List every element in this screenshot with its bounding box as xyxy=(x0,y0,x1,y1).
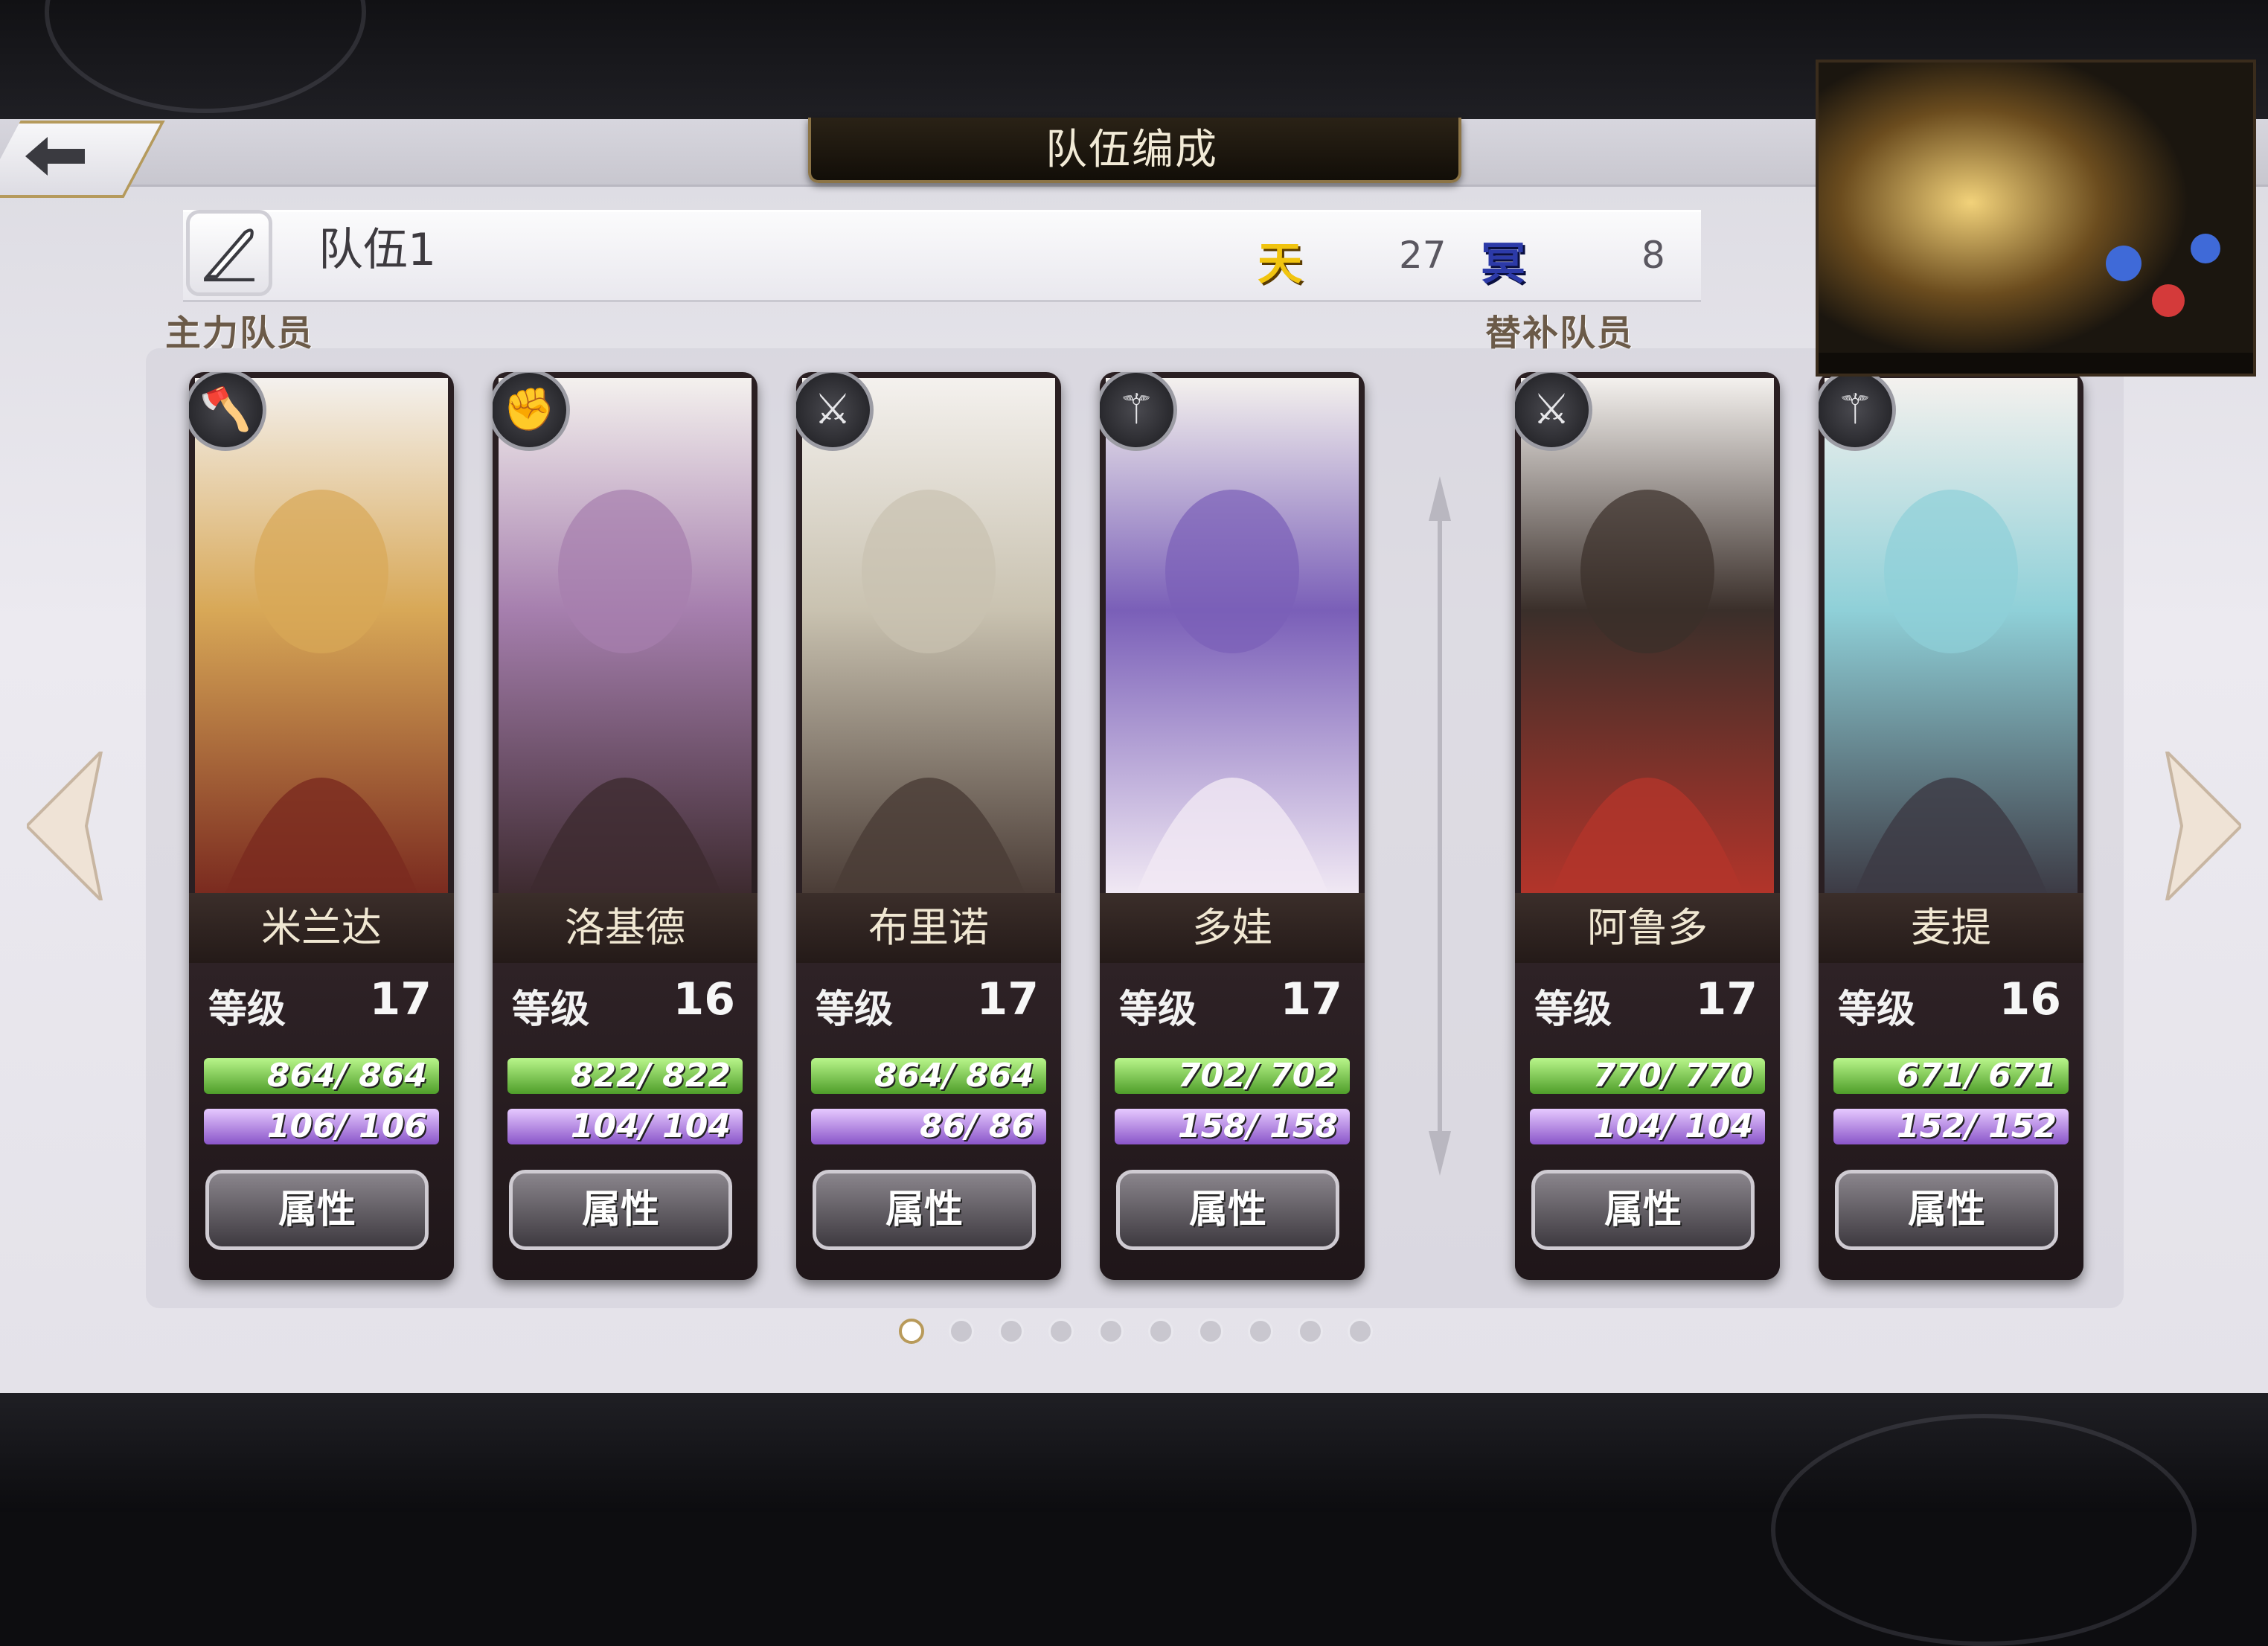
back-arrow-icon[interactable] xyxy=(22,132,89,180)
heaven-count: 27 xyxy=(1399,234,1447,277)
page-dot[interactable] xyxy=(899,1319,924,1344)
prev-page-arrow[interactable] xyxy=(27,752,109,900)
hp-value: 702/ 702 xyxy=(1177,1057,1338,1095)
member-name: 米兰达 xyxy=(189,893,454,963)
page-dot[interactable] xyxy=(999,1319,1024,1344)
game-preview-thumbnail xyxy=(1816,60,2256,377)
character-portrait xyxy=(1825,378,2078,894)
character-portrait xyxy=(499,378,752,894)
level-label: 等级 xyxy=(512,987,590,1032)
mp-value: 104/ 104 xyxy=(1592,1107,1753,1145)
level-value: 17 xyxy=(369,973,432,1025)
member-card[interactable]: ⚚ 麦提 等级 16 671/ 671 152/ 152 属性 xyxy=(1819,372,2083,1280)
ornament xyxy=(1771,1414,2197,1646)
member-stats: 等级 17 864/ 864 86/ 86 属性 xyxy=(796,963,1061,1280)
member-name: 布里诺 xyxy=(796,893,1061,963)
member-stats: 等级 16 822/ 822 104/ 104 属性 xyxy=(493,963,757,1280)
mp-value: 104/ 104 xyxy=(570,1107,731,1145)
hp-bar: 671/ 671 xyxy=(1833,1058,2069,1094)
character-portrait xyxy=(1521,378,1774,894)
attributes-button[interactable]: 属性 xyxy=(509,1170,732,1250)
member-card[interactable]: ✊ 洛基德 等级 16 822/ 822 104/ 104 属性 xyxy=(493,372,757,1280)
page-dot[interactable] xyxy=(1148,1319,1173,1344)
sword-icon: ⚔ xyxy=(796,372,874,451)
level-label: 等级 xyxy=(1838,987,1916,1032)
mp-bar: 158/ 158 xyxy=(1115,1109,1350,1144)
member-stats: 等级 16 671/ 671 152/ 152 属性 xyxy=(1819,963,2083,1280)
heaven-icon: 天 xyxy=(1258,238,1302,290)
page-dot[interactable] xyxy=(1248,1319,1273,1344)
mp-value: 152/ 152 xyxy=(1896,1107,2057,1145)
mp-bar: 106/ 106 xyxy=(204,1109,439,1144)
mp-bar: 152/ 152 xyxy=(1833,1109,2069,1144)
sword-icon: ⚔ xyxy=(1515,372,1592,451)
member-stats: 等级 17 864/ 864 106/ 106 属性 xyxy=(189,963,454,1280)
hp-bar: 770/ 770 xyxy=(1530,1058,1765,1094)
hp-bar: 864/ 864 xyxy=(204,1058,439,1094)
mp-value: 158/ 158 xyxy=(1177,1107,1338,1145)
member-name: 多娃 xyxy=(1100,893,1365,963)
page-dot[interactable] xyxy=(1048,1319,1074,1344)
hp-value: 770/ 770 xyxy=(1592,1057,1753,1095)
mp-bar: 104/ 104 xyxy=(1530,1109,1765,1144)
hp-value: 822/ 822 xyxy=(570,1057,731,1095)
character-portrait xyxy=(802,378,1055,894)
member-stats: 等级 17 702/ 702 158/ 158 属性 xyxy=(1100,963,1365,1280)
page-dot[interactable] xyxy=(949,1319,974,1344)
fist-icon: ✊ xyxy=(493,372,570,451)
mp-value: 106/ 106 xyxy=(266,1107,427,1145)
member-stats: 等级 17 770/ 770 104/ 104 属性 xyxy=(1515,963,1780,1280)
level-value: 17 xyxy=(1695,973,1758,1025)
member-name: 洛基德 xyxy=(493,893,757,963)
member-card[interactable]: 🪓 米兰达 等级 17 864/ 864 106/ 106 属性 xyxy=(189,372,454,1280)
team-name: 队伍1 xyxy=(318,224,437,276)
member-name: 阿鲁多 xyxy=(1515,893,1780,963)
hp-bar: 702/ 702 xyxy=(1115,1058,1350,1094)
level-label: 等级 xyxy=(1119,987,1197,1032)
mp-value: 86/ 86 xyxy=(920,1107,1034,1145)
page-dot[interactable] xyxy=(1098,1319,1124,1344)
hp-value: 864/ 864 xyxy=(266,1057,427,1095)
character-portrait xyxy=(1106,378,1359,894)
staff-icon: ⚚ xyxy=(1819,372,1896,451)
underworld-count: 8 xyxy=(1641,234,1665,277)
attributes-button[interactable]: 属性 xyxy=(1531,1170,1755,1250)
staff-icon: ⚚ xyxy=(1100,372,1177,451)
level-value: 16 xyxy=(673,973,736,1025)
edit-team-name-button[interactable] xyxy=(186,210,272,296)
page-dot[interactable] xyxy=(1298,1319,1323,1344)
level-label: 等级 xyxy=(1534,987,1612,1032)
character-portrait xyxy=(195,378,448,894)
attributes-button[interactable]: 属性 xyxy=(205,1170,429,1250)
attributes-button[interactable]: 属性 xyxy=(1835,1170,2058,1250)
hp-bar: 822/ 822 xyxy=(507,1058,743,1094)
level-value: 17 xyxy=(1280,973,1343,1025)
level-label: 等级 xyxy=(208,987,286,1032)
level-value: 16 xyxy=(1999,973,2062,1025)
underworld-icon: 冥 xyxy=(1481,238,1525,290)
member-name: 麦提 xyxy=(1819,893,2083,963)
hp-value: 864/ 864 xyxy=(874,1057,1034,1095)
page-dot[interactable] xyxy=(1348,1319,1373,1344)
bench-divider xyxy=(1429,476,1451,1176)
member-card[interactable]: ⚔ 布里诺 等级 17 864/ 864 86/ 86 属性 xyxy=(796,372,1061,1280)
mp-bar: 86/ 86 xyxy=(811,1109,1046,1144)
quill-icon xyxy=(203,228,254,282)
attributes-button[interactable]: 属性 xyxy=(1116,1170,1339,1250)
hp-bar: 864/ 864 xyxy=(811,1058,1046,1094)
page-dot[interactable] xyxy=(1198,1319,1223,1344)
member-card[interactable]: ⚔ 阿鲁多 等级 17 770/ 770 104/ 104 属性 xyxy=(1515,372,1780,1280)
mp-bar: 104/ 104 xyxy=(507,1109,743,1144)
page-title: 队伍编成 xyxy=(1045,126,1218,174)
level-value: 17 xyxy=(976,973,1040,1025)
level-label: 等级 xyxy=(816,987,894,1032)
axe-icon: 🪓 xyxy=(189,372,266,451)
member-card[interactable]: ⚚ 多娃 等级 17 702/ 702 158/ 158 属性 xyxy=(1100,372,1365,1280)
hp-value: 671/ 671 xyxy=(1896,1057,2057,1095)
attributes-button[interactable]: 属性 xyxy=(813,1170,1036,1250)
next-page-arrow[interactable] xyxy=(2159,752,2241,900)
